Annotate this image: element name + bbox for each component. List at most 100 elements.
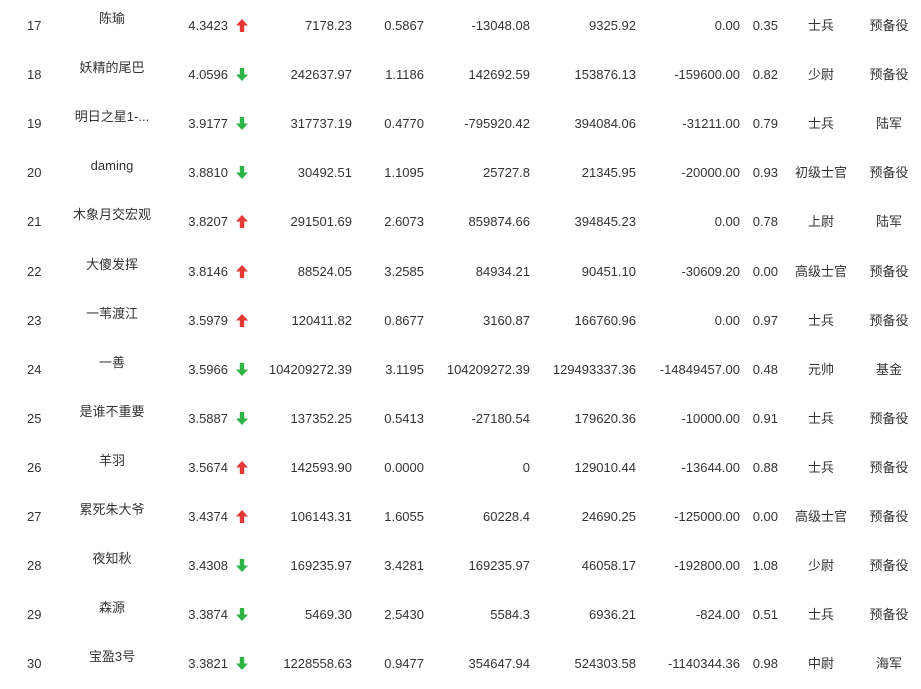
ratio-cell: 0.5413: [384, 410, 424, 426]
arrow-down-icon: [236, 608, 248, 622]
name-cell[interactable]: daming: [62, 158, 162, 174]
value-cell: -192800.00: [674, 558, 740, 574]
table-row: 21 木象月交宏观 3.8207 291501.69 2.6073 859874.66 39…: [0, 198, 921, 247]
score-cell: 3.3821: [188, 656, 228, 672]
name-cell[interactable]: 羊羽: [62, 453, 162, 469]
name-cell[interactable]: 森源: [62, 600, 162, 616]
name-cell[interactable]: 一苇渡江: [62, 306, 162, 322]
score-cell: 3.8207: [188, 214, 228, 230]
ratio-cell: 0.79: [752, 116, 778, 132]
rank-cell: 25: [27, 410, 42, 426]
value-cell: 0.00: [714, 18, 740, 33]
value-cell: -20000.00: [681, 165, 740, 181]
rank-cell: 20: [27, 165, 42, 181]
ratio-cell: 0.0000: [384, 459, 424, 475]
name-cell[interactable]: 宝盈3号: [62, 649, 162, 665]
value-cell: -13048.08: [471, 18, 530, 33]
table-row: 26 羊羽 3.5674 142593.90 0.0000 0 129010.44 -1364…: [0, 444, 921, 493]
value-cell: 3160.87: [483, 312, 530, 328]
value-cell: 0: [522, 459, 530, 475]
score-cell: 3.4308: [188, 558, 228, 574]
value-cell: 106143.31: [290, 509, 352, 524]
name-cell[interactable]: 明日之星1-...: [62, 109, 162, 125]
value-cell: 104209272.39: [446, 361, 530, 377]
branch-cell: 陆军: [875, 214, 902, 230]
rank-cell: 19: [27, 116, 42, 132]
value-cell: 524303.58: [574, 656, 636, 672]
rank-title-cell: 上尉: [807, 214, 834, 230]
branch-cell: 预备役: [869, 607, 909, 623]
name-cell[interactable]: 大傻发挥: [62, 257, 162, 273]
branch-cell: 预备役: [869, 18, 909, 33]
ratio-cell: 0.48: [752, 361, 778, 377]
branch-cell: 预备役: [869, 312, 909, 328]
value-cell: 1228558.63: [283, 656, 352, 672]
table-row: 25 是谁不重要 3.5887 137352.25 0.5413 -27180.54 179…: [0, 395, 921, 444]
arrow-up-icon: [236, 19, 248, 33]
name-cell[interactable]: 夜知秋: [62, 551, 162, 567]
ratio-cell: 0.51: [752, 607, 778, 623]
rank-cell: 21: [27, 214, 42, 230]
rank-title-cell: 高级士官: [794, 263, 847, 279]
table-row: 29 森源 3.3874 5469.30 2.5430 5584.3 6936.21 -824…: [0, 591, 921, 640]
value-cell: 6936.21: [589, 607, 636, 623]
rank-cell: 23: [27, 312, 42, 328]
value-cell: -13644.00: [681, 459, 740, 475]
branch-cell: 预备役: [869, 459, 909, 475]
branch-cell: 基金: [875, 361, 902, 377]
score-cell: 3.8810: [188, 165, 228, 181]
rank-cell: 26: [27, 459, 42, 475]
name-cell[interactable]: 陈瑜: [62, 11, 162, 27]
value-cell: 90451.10: [581, 263, 636, 279]
value-cell: -30609.20: [681, 263, 740, 279]
ratio-cell: 0.91: [752, 410, 778, 426]
value-cell: 354647.94: [468, 656, 530, 672]
ratio-cell: 3.1195: [385, 361, 424, 377]
rank-title-cell: 士兵: [807, 410, 834, 426]
table-row: 30 宝盈3号 3.3821 1228558.63 0.9477 354647.94 524…: [0, 640, 921, 689]
name-cell[interactable]: 妖精的尾巴: [62, 60, 162, 76]
rank-cell: 24: [27, 361, 42, 377]
ratio-cell: 0.5867: [384, 18, 424, 33]
ratio-cell: 3.2585: [384, 263, 424, 279]
arrow-down-icon: [236, 559, 248, 573]
rank-cell: 29: [27, 607, 42, 623]
value-cell: -125000.00: [674, 509, 740, 524]
name-cell[interactable]: 累死朱大爷: [62, 502, 162, 518]
value-cell: 84934.21: [475, 263, 530, 279]
rank-title-cell: 元帅: [807, 361, 834, 377]
value-cell: 317737.19: [290, 116, 352, 132]
score-cell: 3.4374: [188, 509, 228, 524]
arrow-down-icon: [236, 411, 248, 426]
score-cell: 3.5674: [188, 459, 228, 475]
table-row: 17 陈瑜 4.3423 7178.23 0.5867 -13048.08 9325.92 0…: [0, 2, 921, 51]
ratio-cell: 0.88: [752, 459, 778, 475]
table-row: 19 明日之星1-... 3.9177 317737.19 0.4770 -795920.…: [0, 100, 921, 149]
name-cell[interactable]: 一善: [62, 355, 162, 371]
value-cell: 7178.23: [305, 18, 352, 33]
arrow-down-icon: [236, 68, 248, 82]
score-cell: 3.9177: [188, 116, 228, 132]
value-cell: -795920.42: [464, 116, 530, 132]
table-row: 18 妖精的尾巴 4.0596 242637.97 1.1186 142692.59 153…: [0, 51, 921, 100]
value-cell: 120411.82: [291, 312, 353, 328]
value-cell: 291501.69: [290, 214, 352, 230]
ratio-cell: 0.78: [752, 214, 778, 230]
ratio-cell: 0.82: [752, 67, 778, 83]
rank-title-cell: 士兵: [807, 459, 834, 475]
arrow-down-icon: [236, 362, 248, 377]
branch-cell: 预备役: [869, 67, 909, 83]
score-cell: 3.5979: [188, 312, 228, 328]
score-cell: 4.0596: [188, 67, 228, 83]
ratio-cell: 1.1186: [385, 67, 424, 83]
rank-title-cell: 少尉: [807, 558, 834, 574]
value-cell: 142593.90: [290, 459, 352, 475]
value-cell: 9325.92: [589, 18, 636, 33]
name-cell[interactable]: 是谁不重要: [62, 404, 162, 420]
value-cell: -27180.54: [471, 410, 530, 426]
score-cell: 3.5887: [188, 410, 228, 426]
value-cell: 5469.30: [305, 607, 352, 623]
value-cell: 142692.59: [468, 67, 530, 83]
name-cell[interactable]: 木象月交宏观: [62, 207, 162, 223]
rank-cell: 22: [27, 263, 42, 279]
